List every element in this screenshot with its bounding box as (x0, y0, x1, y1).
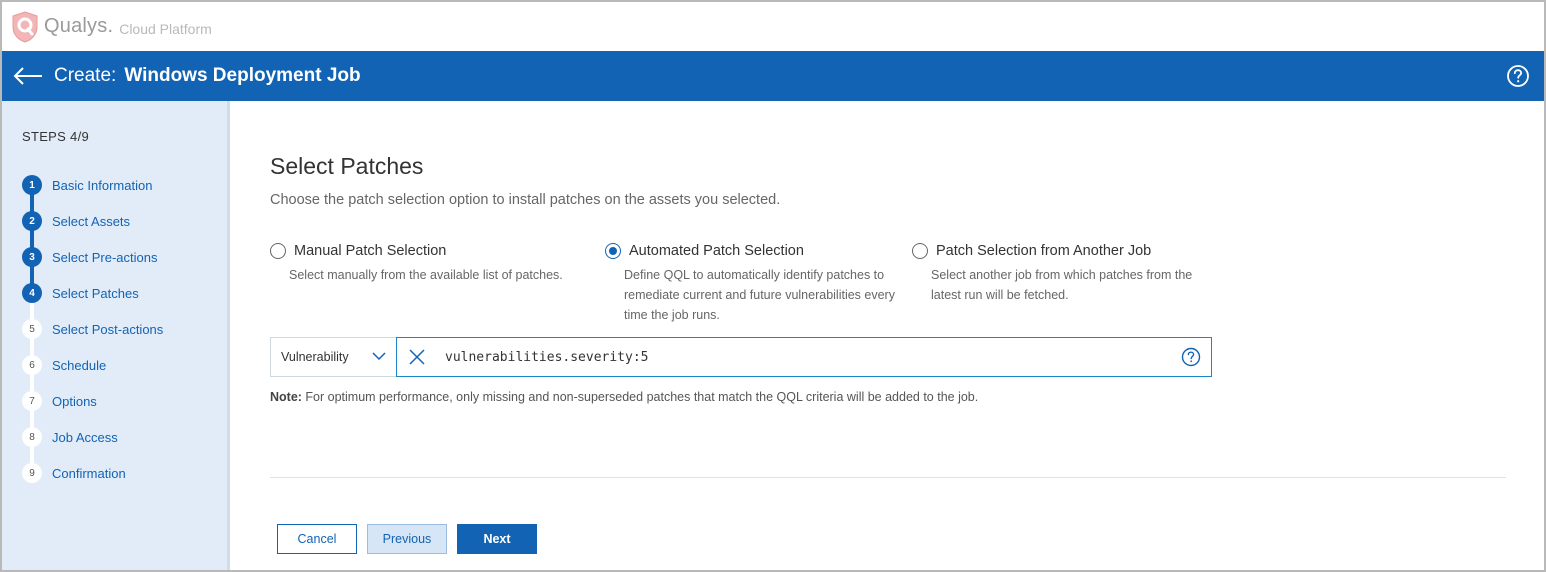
qql-help-icon[interactable] (1171, 338, 1211, 376)
step-select-patches[interactable]: 4 Select Patches (22, 283, 139, 303)
step-number-badge: 6 (22, 355, 42, 375)
step-number-badge: 1 (22, 175, 42, 195)
option-another-job-head[interactable]: Patch Selection from Another Job (912, 243, 1212, 259)
step-label: Options (52, 393, 97, 409)
previous-button[interactable]: Previous (367, 524, 447, 554)
option-description: Select another job from which patches fr… (931, 268, 1193, 302)
steps-counter: STEPS 4/9 (22, 129, 90, 144)
note-text: Note: For optimum performance, only miss… (270, 390, 978, 404)
step-schedule[interactable]: 6 Schedule (22, 355, 106, 375)
step-label: Confirmation (52, 465, 126, 481)
option-automated-patch-selection[interactable]: Automated Patch Selection Define QQL to … (605, 243, 905, 325)
step-label: Select Patches (52, 285, 139, 301)
step-options[interactable]: 7 Options (22, 391, 97, 411)
step-label: Select Post-actions (52, 321, 164, 337)
step-label: Schedule (52, 357, 107, 373)
option-automated-head[interactable]: Automated Patch Selection (605, 243, 905, 259)
step-number-badge: 5 (22, 319, 42, 339)
brand-name: Qualys. (44, 15, 114, 37)
qql-query-row: Vulnerability (270, 337, 1212, 377)
footer-divider (270, 477, 1506, 478)
app-window: Qualys. Cloud Platform Create: Windows D… (0, 0, 1546, 572)
option-manual-head[interactable]: Manual Patch Selection (270, 243, 590, 259)
step-select-assets[interactable]: 2 Select Assets (22, 211, 130, 231)
step-number-badge: 2 (22, 211, 42, 231)
radio-another-job[interactable] (912, 243, 928, 259)
step-job-access[interactable]: 8 Job Access (22, 427, 118, 447)
qql-query-input[interactable] (437, 339, 1171, 375)
step-number-badge: 8 (22, 427, 42, 447)
step-label: Job Access (52, 429, 118, 445)
radio-automated[interactable] (605, 243, 621, 259)
qql-input-box (396, 337, 1212, 377)
brand-subtitle: Cloud Platform (119, 20, 212, 37)
steps-sidebar: STEPS 4/9 1 Basic Information 2 Select Asse… (2, 101, 230, 570)
steps-progress-line (30, 185, 34, 293)
chevron-down-icon (372, 350, 386, 364)
option-description: Define QQL to automatically identify pat… (624, 268, 895, 322)
brand-bar: Qualys. Cloud Platform (2, 2, 1544, 51)
header-prefix: Create: (54, 65, 117, 86)
step-number-badge: 4 (22, 283, 42, 303)
page-subtitle: Choose the patch selection option to ins… (270, 192, 781, 208)
step-confirmation[interactable]: 9 Confirmation (22, 463, 126, 483)
step-label: Basic Information (52, 177, 153, 193)
step-label: Select Assets (52, 213, 131, 229)
step-select-pre-actions[interactable]: 3 Select Pre-actions (22, 247, 158, 267)
step-select-post-actions[interactable]: 5 Select Post-actions (22, 319, 163, 339)
page-title: Select Patches (270, 153, 424, 179)
qql-type-dropdown[interactable]: Vulnerability (270, 337, 396, 377)
next-button[interactable]: Next (457, 524, 537, 554)
option-title: Manual Patch Selection (294, 243, 447, 259)
radio-manual[interactable] (270, 243, 286, 259)
header-title: Windows Deployment Job (124, 65, 361, 86)
help-icon[interactable] (1506, 64, 1530, 88)
step-number-badge: 3 (22, 247, 42, 267)
cancel-button[interactable]: Cancel (277, 524, 357, 554)
step-label: Select Pre-actions (52, 249, 158, 265)
note-body: For optimum performance, only missing an… (301, 390, 979, 404)
qualys-logo-icon[interactable] (10, 9, 40, 45)
note-label: Note: (270, 390, 302, 404)
step-number-badge: 9 (22, 463, 42, 483)
option-patch-selection-another-job[interactable]: Patch Selection from Another Job Select … (912, 243, 1212, 305)
back-arrow-icon[interactable] (12, 62, 48, 90)
clear-icon[interactable] (397, 338, 437, 376)
option-description: Select manually from the available list … (289, 268, 563, 282)
main-content: Select Patches Choose the patch selectio… (233, 101, 1544, 570)
option-title: Automated Patch Selection (629, 243, 804, 259)
option-manual-patch-selection[interactable]: Manual Patch Selection Select manually f… (270, 243, 590, 285)
qql-type-value: Vulnerability (281, 350, 349, 364)
option-title: Patch Selection from Another Job (936, 243, 1152, 259)
step-basic-information[interactable]: 1 Basic Information (22, 175, 152, 195)
page-header: Create: Windows Deployment Job (2, 51, 1544, 101)
step-number-badge: 7 (22, 391, 42, 411)
